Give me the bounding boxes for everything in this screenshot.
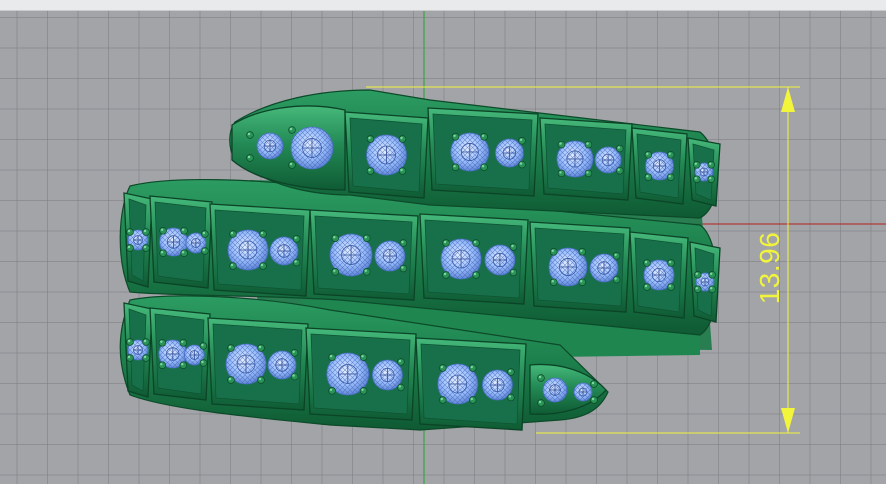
ring-segment: [149, 195, 213, 289]
ring-segment: [419, 213, 529, 305]
ring-segment: [344, 111, 429, 199]
ring-segment: [149, 307, 211, 401]
ring-segment: [689, 241, 721, 323]
ring-segment: [427, 107, 539, 197]
ring-segment: [629, 231, 689, 319]
ring-segment: [305, 327, 417, 421]
dimension-value-label: 13.96: [754, 231, 785, 305]
perspective-viewport[interactable]: 13.96: [0, 11, 886, 484]
ring-segment-head: [231, 105, 346, 191]
ring-segment: [309, 209, 419, 301]
ring-segment: [123, 302, 153, 398]
ring-segment: [415, 337, 527, 431]
ring-segment: [631, 127, 688, 205]
ring-segment: [209, 203, 311, 297]
ring-segment: [123, 192, 153, 288]
ring-segment: [539, 117, 633, 201]
ring-segment: [207, 317, 309, 411]
viewport-title-bar: [0, 0, 886, 11]
ring-segment: [529, 221, 631, 313]
ring-3d-model: [119, 89, 721, 431]
ring-segment: [687, 137, 721, 207]
